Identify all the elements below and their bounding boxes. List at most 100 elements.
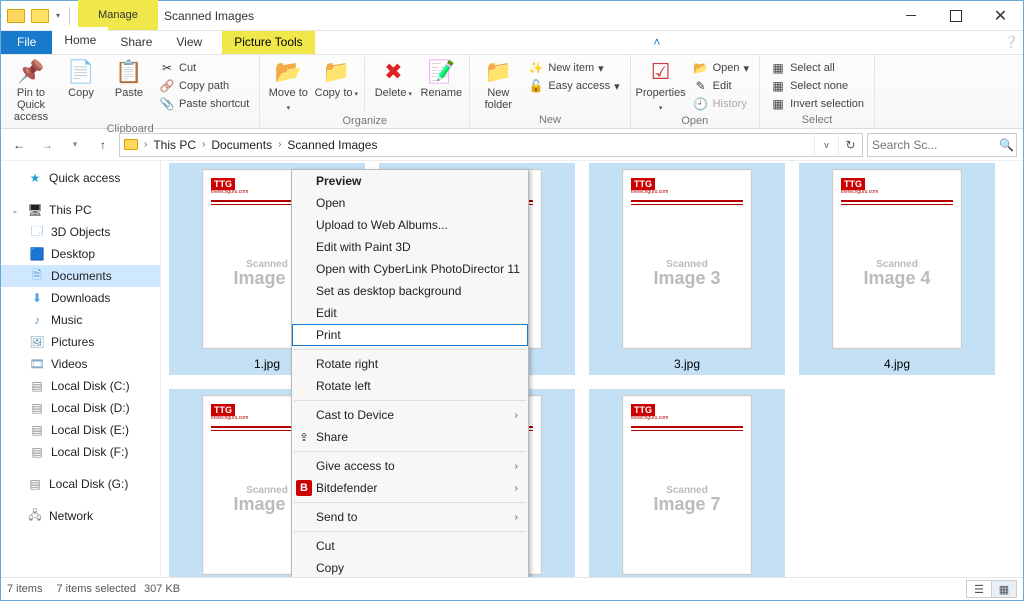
ctx-rotate-right[interactable]: Rotate right [292, 353, 528, 375]
search-icon[interactable]: 🔍 [997, 138, 1016, 152]
copy-path-button[interactable]: Copy path [155, 77, 253, 95]
nav-quick-access[interactable]: Quick access [1, 167, 160, 189]
ctx-preview[interactable]: Preview [292, 170, 528, 192]
chevron-right-icon[interactable]: › [142, 139, 149, 150]
ctx-cast[interactable]: Cast to Device› [292, 404, 528, 426]
status-item-count: 7 items [7, 583, 42, 595]
music-icon [29, 312, 45, 328]
invert-selection-button[interactable]: Invert selection [766, 95, 868, 113]
recent-locations-button[interactable]: ▾ [63, 133, 87, 157]
nav-pictures[interactable]: Pictures [1, 331, 160, 353]
forward-button[interactable]: → [35, 133, 59, 157]
history-button[interactable]: History [689, 95, 753, 113]
nav-downloads[interactable]: Downloads [1, 287, 160, 309]
nav-this-pc[interactable]: ⌄This PC [1, 199, 160, 221]
cut-button[interactable]: Cut [155, 59, 253, 77]
tab-home[interactable]: Home [52, 27, 108, 54]
select-all-button[interactable]: Select all [766, 59, 868, 77]
paste-shortcut-button[interactable]: Paste shortcut [155, 95, 253, 113]
chevron-right-icon[interactable]: › [276, 139, 283, 150]
ctx-edit[interactable]: Edit [292, 302, 528, 324]
new-item-button[interactable]: New item ▾ [524, 59, 623, 77]
delete-button[interactable]: Delete ▾ [371, 57, 415, 101]
crumb-scanned-images[interactable]: Scanned Images [283, 138, 381, 152]
history-icon [693, 96, 709, 112]
pin-icon [16, 59, 46, 85]
ctx-upload[interactable]: Upload to Web Albums... [292, 214, 528, 236]
qat-btn-1[interactable] [29, 5, 51, 27]
search-box[interactable]: 🔍 [867, 133, 1017, 157]
easy-access-button[interactable]: Easy access ▾ [524, 77, 623, 95]
crumb-documents[interactable]: Documents [207, 138, 276, 152]
ctx-share[interactable]: ⇪Share [292, 426, 528, 448]
ribbon-collapse-button[interactable]: ˄ [645, 30, 669, 54]
nav-disk-e[interactable]: Local Disk (E:) [1, 419, 160, 441]
nav-3d-objects[interactable]: 3D Objects [1, 221, 160, 243]
rename-button[interactable]: Rename [419, 57, 463, 99]
file-item[interactable]: TTGthetechguru.comScannedImage 77.jpg [589, 389, 785, 578]
search-input[interactable] [868, 138, 997, 152]
select-none-button[interactable]: Select none [766, 77, 868, 95]
crumb-thispc[interactable]: This PC [149, 138, 200, 152]
file-name[interactable]: 4.jpg [799, 355, 995, 375]
ctx-rotate-left[interactable]: Rotate left [292, 375, 528, 397]
tab-share[interactable]: Share [108, 31, 164, 54]
ctx-print[interactable]: Print [292, 324, 528, 346]
nav-documents[interactable]: Documents [1, 265, 160, 287]
nav-music[interactable]: Music [1, 309, 160, 331]
nav-network[interactable]: Network [1, 505, 160, 527]
thumbnail-wrap: TTGthetechguru.comScannedImage 3 [589, 163, 785, 355]
ctx-send-to[interactable]: Send to› [292, 506, 528, 528]
details-view-button[interactable]: ☰ [966, 580, 992, 598]
nav-disk-f[interactable]: Local Disk (F:) [1, 441, 160, 463]
copy-to-icon [321, 59, 351, 85]
paste-button[interactable]: Paste [107, 57, 151, 99]
ctx-open[interactable]: Open [292, 192, 528, 214]
copy-button[interactable]: Copy [59, 57, 103, 99]
ctx-cyberlink[interactable]: Open with CyberLink PhotoDirector 11 [292, 258, 528, 280]
address-folder-icon[interactable] [120, 134, 142, 156]
nav-disk-d[interactable]: Local Disk (D:) [1, 397, 160, 419]
nav-videos[interactable]: Videos [1, 353, 160, 375]
tab-file[interactable]: File [1, 31, 52, 54]
large-icons-view-button[interactable]: ▦ [991, 580, 1017, 598]
address-bar[interactable]: › This PC › Documents › Scanned Images v… [119, 133, 863, 157]
nav-desktop[interactable]: Desktop [1, 243, 160, 265]
properties-button[interactable]: Properties ▾ [637, 57, 685, 115]
close-button[interactable]: ✕ [978, 1, 1023, 30]
move-to-button[interactable]: Move to ▾ [266, 57, 310, 115]
maximize-button[interactable] [933, 1, 978, 30]
minimize-button[interactable] [888, 1, 933, 30]
ctx-paint3d[interactable]: Edit with Paint 3D [292, 236, 528, 258]
file-name[interactable]: 3.jpg [589, 355, 785, 375]
file-item[interactable]: TTGthetechguru.comScannedImage 33.jpg [589, 163, 785, 375]
pc-icon [27, 202, 43, 218]
nav-disk-g[interactable]: Local Disk (G:) [1, 473, 160, 495]
tab-view[interactable]: View [164, 31, 214, 54]
copy-to-button[interactable]: Copy to ▾ [314, 57, 358, 101]
tab-picture-tools[interactable]: Picture Tools [222, 31, 314, 54]
content-pane[interactable]: TTGthetechguru.comScannedImage 11.jpgTTG… [161, 161, 1023, 578]
pin-to-quick-access-button[interactable]: Pin to Quick access [7, 57, 55, 123]
downloads-icon [29, 290, 45, 306]
ctx-bitdefender[interactable]: BBitdefender› [292, 477, 528, 499]
ctx-set-bg[interactable]: Set as desktop background [292, 280, 528, 302]
help-button[interactable]: ❔ [999, 30, 1023, 54]
status-selection-count: 7 items selected [56, 583, 135, 595]
thumb-domain: thetechguru.com [841, 189, 878, 195]
ctx-copy[interactable]: Copy [292, 557, 528, 578]
qat-chevron-down-icon[interactable]: ▾ [53, 11, 63, 20]
up-button[interactable]: ↑ [91, 133, 115, 157]
file-item[interactable]: TTGthetechguru.comScannedImage 44.jpg [799, 163, 995, 375]
ctx-cut[interactable]: Cut [292, 535, 528, 557]
open-button[interactable]: Open ▾ [689, 59, 753, 77]
edit-button[interactable]: Edit [689, 77, 753, 95]
app-icon[interactable] [5, 5, 27, 27]
back-button[interactable]: ← [7, 133, 31, 157]
ctx-give-access[interactable]: Give access to› [292, 455, 528, 477]
refresh-button[interactable]: ↻ [838, 134, 862, 156]
nav-disk-c[interactable]: Local Disk (C:) [1, 375, 160, 397]
chevron-right-icon[interactable]: › [200, 139, 207, 150]
new-folder-button[interactable]: New folder [476, 57, 520, 111]
address-dropdown-button[interactable]: v [814, 134, 838, 156]
